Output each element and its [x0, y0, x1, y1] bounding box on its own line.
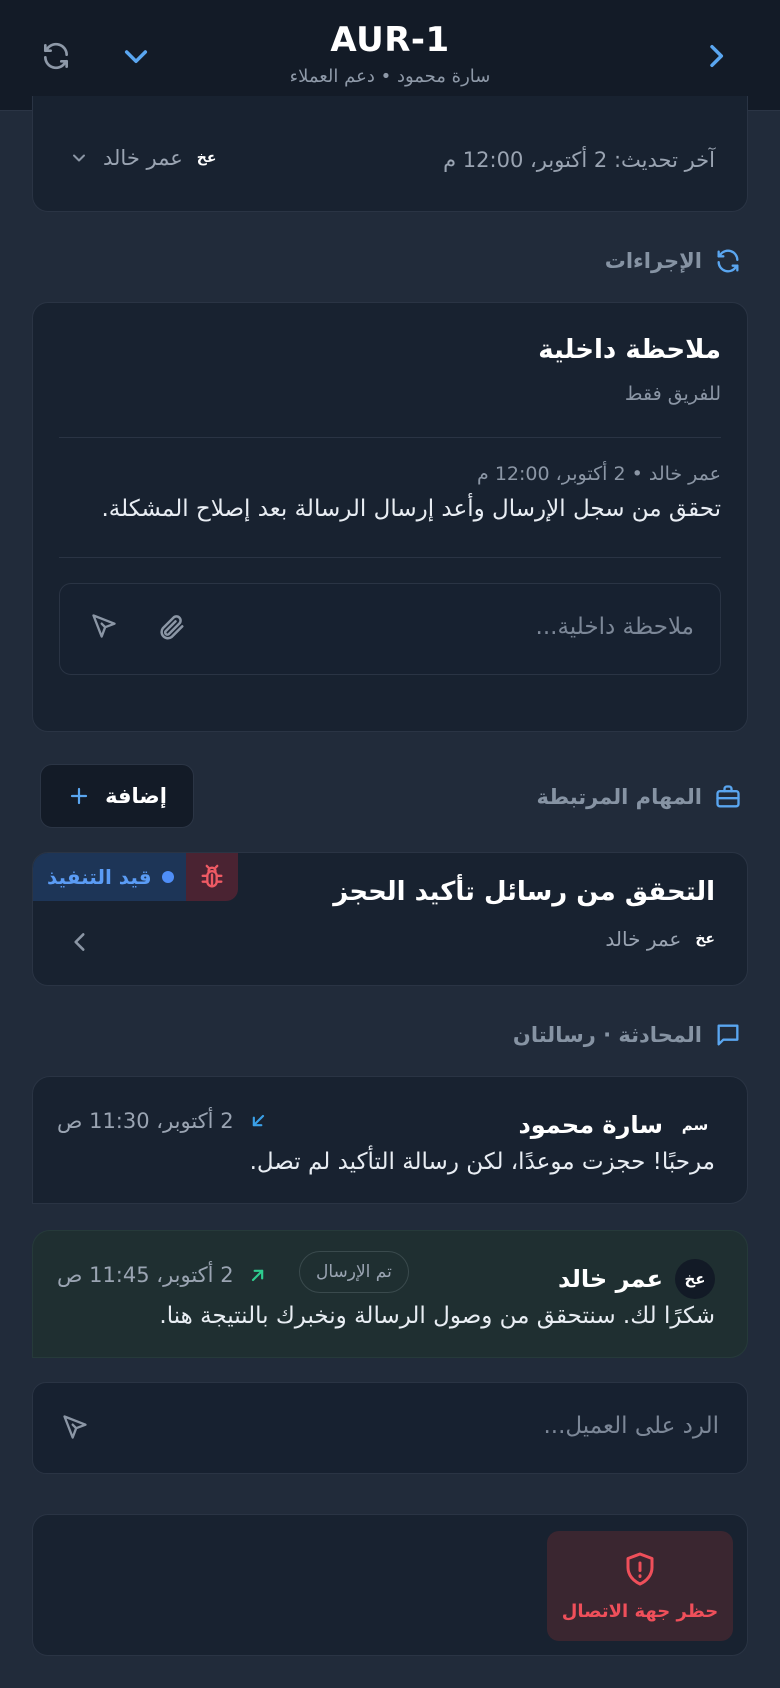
internal-note-title: ملاحظة داخلية	[538, 335, 721, 365]
paperclip-icon	[160, 615, 184, 640]
divider	[59, 557, 721, 558]
contact-actions-card: حظر جهة الاتصال	[32, 1514, 748, 1656]
ticket-subtitle: سارة محمود • دعم العملاء	[289, 66, 491, 87]
task-title: التحقق من رسائل تأكيد الحجز	[333, 877, 715, 907]
message-timestamp: 2 أكتوبر، 11:45 ص	[57, 1263, 234, 1287]
note-send-button[interactable]	[90, 612, 118, 640]
conversation-section-header: المحادثة · رسالتان	[513, 1021, 742, 1049]
note-body: تحقق من سجل الإرسال وأعد إرسال الرسالة ب…	[101, 496, 721, 522]
task-open-button[interactable]	[67, 929, 93, 955]
assignee-select[interactable]: عمر خالد عخ	[69, 146, 216, 170]
task-assignee: عخ عمر خالد	[605, 927, 715, 951]
actions-label: الإجراءات	[604, 249, 702, 273]
assignee-name: عمر خالد	[103, 146, 183, 170]
message-sender: سم سارة محمود	[518, 1105, 715, 1145]
task-status: قيد التنفيذ	[47, 865, 152, 889]
message-body: مرحبًا! حجزت موعدًا، لكن رسالة التأكيد ل…	[249, 1149, 715, 1175]
reply-placeholder: الرد على العميل...	[543, 1413, 719, 1439]
sender-avatar: سم	[681, 1116, 709, 1134]
last-updated: آخر تحديث: 2 أكتوبر، 12:00 م	[443, 148, 715, 172]
linked-tasks-label: المهام المرتبطة	[536, 785, 703, 809]
internal-note-input[interactable]: ملاحظة داخلية...	[59, 583, 721, 675]
status-dot	[161, 871, 174, 883]
message-timestamp: 2 أكتوبر، 11:30 ص	[57, 1109, 234, 1133]
send-icon	[92, 614, 116, 638]
attach-button[interactable]	[156, 612, 186, 642]
message-icon	[717, 1024, 739, 1046]
linked-task-card[interactable]: قيد التنفيذ التحقق من رسائل تأكيد الحجز …	[32, 852, 748, 986]
sent-status-badge: تم الإرسال	[299, 1251, 409, 1293]
note-meta: عمر خالد • 2 أكتوبر، 12:00 م	[477, 463, 721, 485]
reply-input[interactable]: الرد على العميل...	[32, 1382, 748, 1474]
task-type-badge	[185, 853, 238, 901]
message-outgoing: عخ عمر خالد تم الإرسال 2 أكتوبر، 11:45 ص…	[32, 1230, 748, 1358]
chevron-left-icon	[74, 933, 85, 951]
add-task-label: إضافة	[105, 784, 167, 808]
forward-button[interactable]	[694, 34, 738, 78]
task-assignee-name: عمر خالد	[605, 927, 682, 951]
actions-section-header: الإجراءات	[605, 247, 742, 275]
incoming-arrow-icon	[252, 1114, 264, 1127]
sender-name: عمر خالد	[558, 1265, 663, 1293]
sender-name: سارة محمود	[518, 1111, 663, 1139]
task-status-badge: قيد التنفيذ	[33, 853, 186, 901]
internal-note-card: ملاحظة داخلية للفريق فقط عمر خالد • 2 أك…	[32, 302, 748, 732]
outgoing-arrow-icon	[251, 1269, 263, 1282]
internal-note-subtitle: للفريق فقط	[624, 383, 721, 405]
message-sender: عخ عمر خالد	[558, 1259, 715, 1299]
message-time: 2 أكتوبر، 11:45 ص	[57, 1263, 268, 1287]
message-body: شكرًا لك. سنتحقق من وصول الرسالة ونخبرك …	[159, 1303, 715, 1329]
refresh-icon	[717, 249, 739, 273]
top-bar: AUR-1 سارة محمود • دعم العملاء	[0, 0, 780, 111]
bug-icon	[201, 864, 223, 888]
conversation-label: المحادثة · رسالتان	[512, 1023, 702, 1047]
linked-tasks-section-header: المهام المرتبطة	[537, 783, 743, 811]
task-badge: قيد التنفيذ	[33, 853, 238, 901]
divider	[59, 437, 721, 438]
message-incoming: سم سارة محمود 2 أكتوبر، 11:30 ص مرحبًا! …	[32, 1076, 748, 1204]
chevron-right-icon	[710, 44, 724, 68]
plus-icon	[70, 787, 88, 805]
send-icon	[63, 1415, 87, 1439]
block-contact-label: حظر جهة الاتصال	[561, 1600, 719, 1622]
assignee-avatar: عخ	[196, 150, 217, 166]
briefcase-icon	[716, 785, 740, 808]
shield-alert-icon	[626, 1552, 654, 1585]
task-assignee-avatar: عخ	[695, 931, 715, 947]
add-task-button[interactable]: إضافة	[40, 764, 194, 828]
internal-note-placeholder: ملاحظة داخلية...	[535, 614, 694, 640]
chevron-down-icon	[73, 154, 85, 162]
reply-send-button[interactable]	[61, 1413, 89, 1441]
sender-avatar: عخ	[675, 1259, 715, 1299]
block-contact-button[interactable]: حظر جهة الاتصال	[547, 1531, 733, 1641]
ticket-details-card: آخر تحديث: 2 أكتوبر، 12:00 م عمر خالد عخ	[32, 96, 748, 212]
ticket-id: AUR-1	[330, 20, 450, 60]
message-time: 2 أكتوبر، 11:30 ص	[57, 1109, 268, 1133]
